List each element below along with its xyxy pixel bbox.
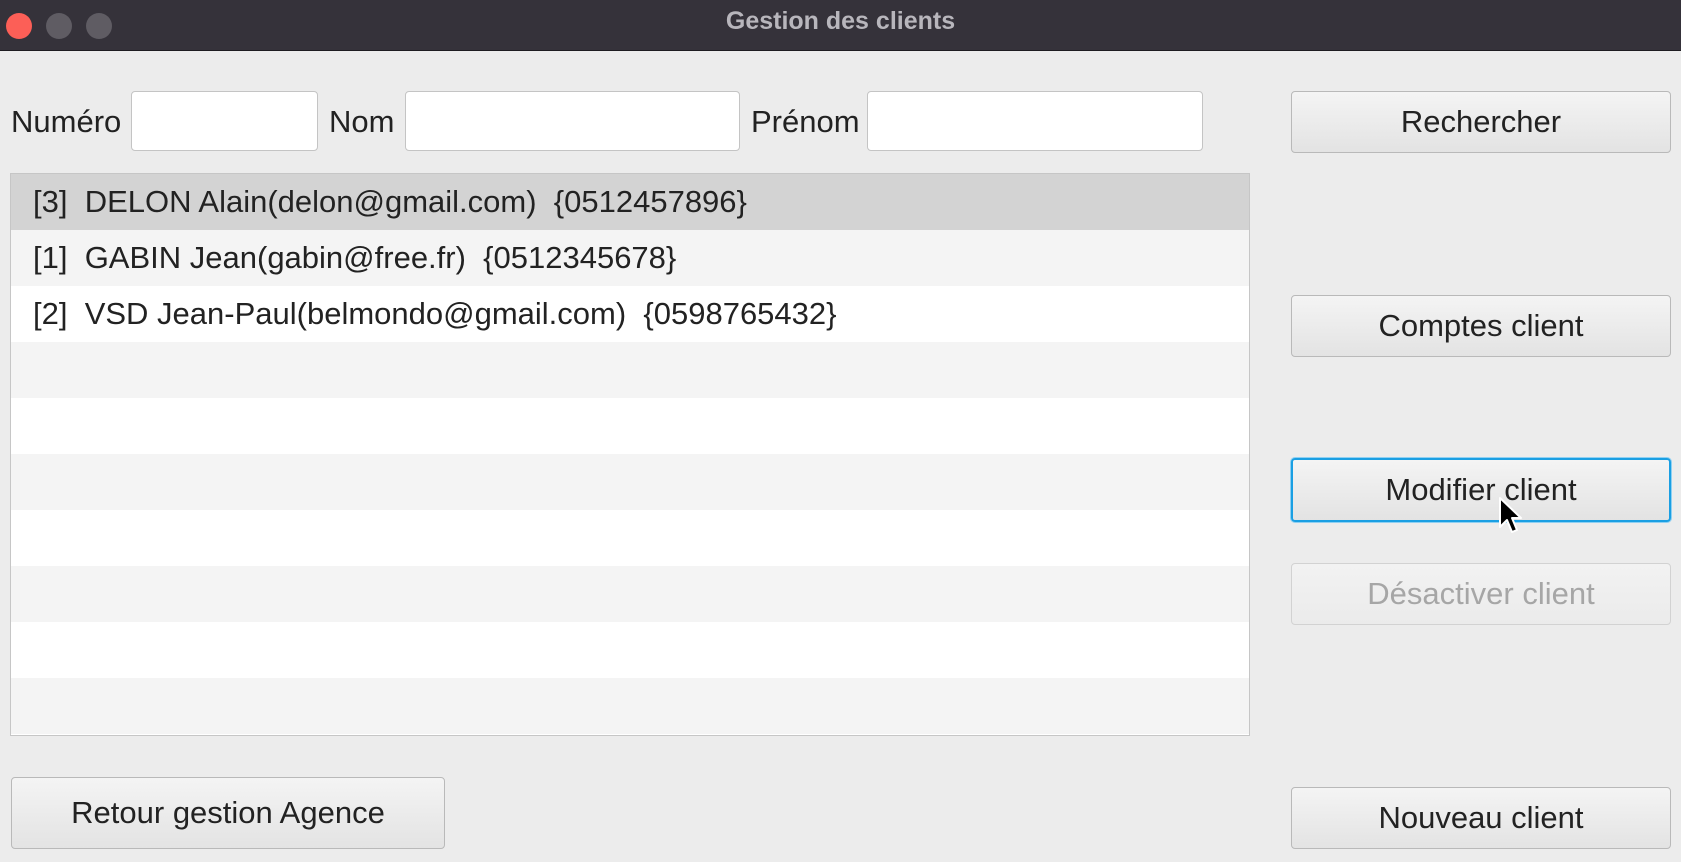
client-list[interactable]: [3] DELON Alain(delon@gmail.com) {051245… (10, 173, 1250, 736)
list-item[interactable]: [1] GABIN Jean(gabin@free.fr) {051234567… (11, 230, 1249, 286)
nom-input[interactable] (405, 91, 740, 151)
empty-list-row (11, 342, 1249, 398)
title-bar: Gestion des clients (0, 0, 1681, 51)
empty-list-row (11, 566, 1249, 622)
list-item[interactable]: [2] VSD Jean-Paul(belmondo@gmail.com) {0… (11, 286, 1249, 342)
list-item[interactable]: [3] DELON Alain(delon@gmail.com) {051245… (11, 174, 1249, 230)
empty-list-row (11, 454, 1249, 510)
prenom-label: Prénom (751, 104, 860, 139)
prenom-input[interactable] (867, 91, 1203, 151)
numero-input[interactable] (131, 91, 318, 151)
retour-gestion-agence-button[interactable]: Retour gestion Agence (11, 777, 445, 849)
window-title: Gestion des clients (725, 7, 956, 35)
numero-label: Numéro (11, 104, 122, 139)
modifier-client-button[interactable]: Modifier client (1291, 458, 1671, 522)
empty-list-row (11, 510, 1249, 566)
mouse-pointer-icon (1499, 497, 1522, 533)
empty-list-row (11, 678, 1249, 734)
comptes-client-button[interactable]: Comptes client (1291, 295, 1671, 357)
empty-list-row (11, 398, 1249, 454)
rechercher-button[interactable]: Rechercher (1291, 91, 1671, 153)
nouveau-client-button[interactable]: Nouveau client (1291, 787, 1671, 849)
nom-label: Nom (329, 104, 395, 139)
empty-list-row (11, 622, 1249, 678)
desactiver-client-button[interactable]: Désactiver client (1291, 563, 1671, 625)
